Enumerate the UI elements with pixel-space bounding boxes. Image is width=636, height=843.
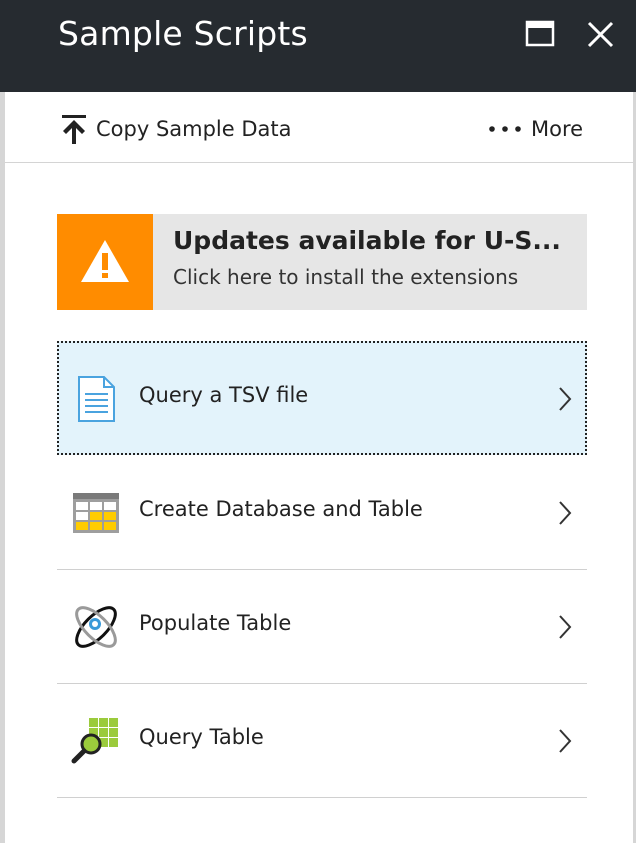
chevron-right-icon: [559, 729, 572, 753]
copy-sample-data-label: Copy Sample Data: [96, 117, 292, 141]
more-button[interactable]: More: [487, 112, 583, 146]
maximize-icon: [525, 20, 555, 47]
warning-badge: [57, 214, 153, 310]
chevron-right-icon: [559, 501, 572, 525]
list-item-label: Populate Table: [139, 611, 292, 635]
populate-orbit-icon: [75, 606, 117, 648]
banner-title: Updates available for U-S...: [173, 226, 561, 255]
warning-icon: [81, 240, 129, 282]
database-table-icon: [73, 493, 119, 533]
title-bar: Sample Scripts: [0, 0, 636, 92]
chevron-right-icon: [559, 387, 572, 411]
list-item-query-table[interactable]: Query Table: [57, 683, 587, 798]
close-icon: [587, 21, 614, 48]
list-item-query-tsv[interactable]: Query a TSV file: [57, 341, 587, 455]
blade-title: Sample Scripts: [58, 14, 308, 53]
close-button[interactable]: [585, 19, 617, 51]
banner-subtitle: Click here to install the extensions: [173, 265, 519, 289]
updates-banner[interactable]: Updates available for U-S... Click here …: [57, 214, 587, 310]
sample-scripts-blade: Sample Scripts Copy Sample Data More Upd…: [0, 0, 636, 843]
command-bar: Copy Sample Data More: [5, 92, 633, 163]
list-item-populate-table[interactable]: Populate Table: [57, 569, 587, 684]
upload-arrow-icon: [62, 115, 86, 144]
maximize-button[interactable]: [525, 20, 555, 48]
query-table-icon: [71, 718, 118, 764]
list-item-label: Query Table: [139, 725, 264, 749]
list-item-create-database[interactable]: Create Database and Table: [57, 455, 587, 570]
list-item-label: Create Database and Table: [139, 497, 423, 521]
tsv-file-icon: [78, 376, 115, 422]
copy-sample-data-button[interactable]: Copy Sample Data: [60, 112, 292, 146]
more-label: More: [531, 117, 584, 141]
ellipsis-icon: [489, 126, 521, 132]
chevron-right-icon: [559, 615, 572, 639]
divider: [57, 797, 587, 798]
list-item-label: Query a TSV file: [139, 383, 309, 407]
